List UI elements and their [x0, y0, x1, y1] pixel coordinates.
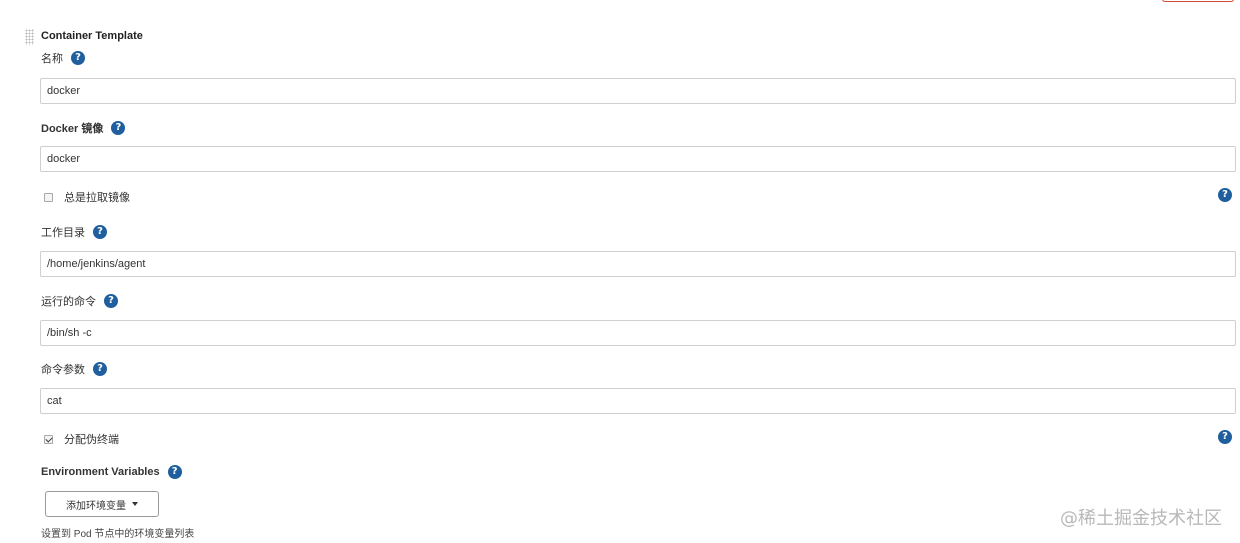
- name-input[interactable]: [40, 78, 1236, 104]
- tty-row: 分配伪终端: [44, 431, 119, 447]
- caret-down-icon: [132, 502, 138, 506]
- add-env-var-button[interactable]: 添加环境变量: [45, 491, 159, 517]
- always-pull-row: 总是拉取镜像: [44, 189, 130, 205]
- image-label-text: Docker 镜像: [41, 123, 104, 135]
- tty-label: 分配伪终端: [64, 434, 119, 446]
- name-label: 名称 ?: [41, 50, 85, 66]
- env-label: Environment Variables ?: [41, 465, 182, 479]
- working-dir-help-icon[interactable]: ?: [93, 225, 107, 239]
- name-label-text: 名称: [41, 53, 63, 65]
- drag-handle-icon[interactable]: [25, 29, 34, 45]
- env-help-icon[interactable]: ?: [167, 465, 182, 479]
- name-help-icon[interactable]: ?: [71, 51, 85, 65]
- command-input[interactable]: [40, 320, 1236, 346]
- command-label-text: 运行的命令: [41, 296, 96, 308]
- image-help-icon[interactable]: ?: [111, 121, 126, 135]
- args-label-text: 命令参数: [41, 364, 85, 376]
- args-help-icon[interactable]: ?: [93, 362, 107, 376]
- image-input[interactable]: [40, 146, 1236, 172]
- command-label: 运行的命令 ?: [41, 293, 118, 309]
- working-dir-input[interactable]: [40, 251, 1236, 277]
- working-dir-label: 工作目录 ?: [41, 224, 107, 240]
- tty-help-icon[interactable]: ?: [1218, 430, 1232, 444]
- watermark: @稀土掘金技术社区: [1060, 508, 1222, 529]
- command-help-icon[interactable]: ?: [104, 294, 118, 308]
- delete-container-button[interactable]: [1162, 0, 1234, 2]
- env-label-text: Environment Variables: [41, 466, 160, 478]
- tty-checkbox[interactable]: [44, 434, 53, 444]
- always-pull-checkbox[interactable]: [44, 192, 53, 202]
- section-title: Container Template: [41, 30, 143, 42]
- image-label: Docker 镜像 ?: [41, 120, 126, 136]
- add-env-var-label: 添加环境变量: [66, 500, 126, 512]
- args-label: 命令参数 ?: [41, 361, 107, 377]
- args-input[interactable]: [40, 388, 1236, 414]
- always-pull-label: 总是拉取镜像: [64, 192, 130, 204]
- always-pull-help-icon[interactable]: ?: [1218, 188, 1232, 202]
- env-description: 设置到 Pod 节点中的环境变量列表: [41, 529, 195, 540]
- working-dir-label-text: 工作目录: [41, 227, 85, 239]
